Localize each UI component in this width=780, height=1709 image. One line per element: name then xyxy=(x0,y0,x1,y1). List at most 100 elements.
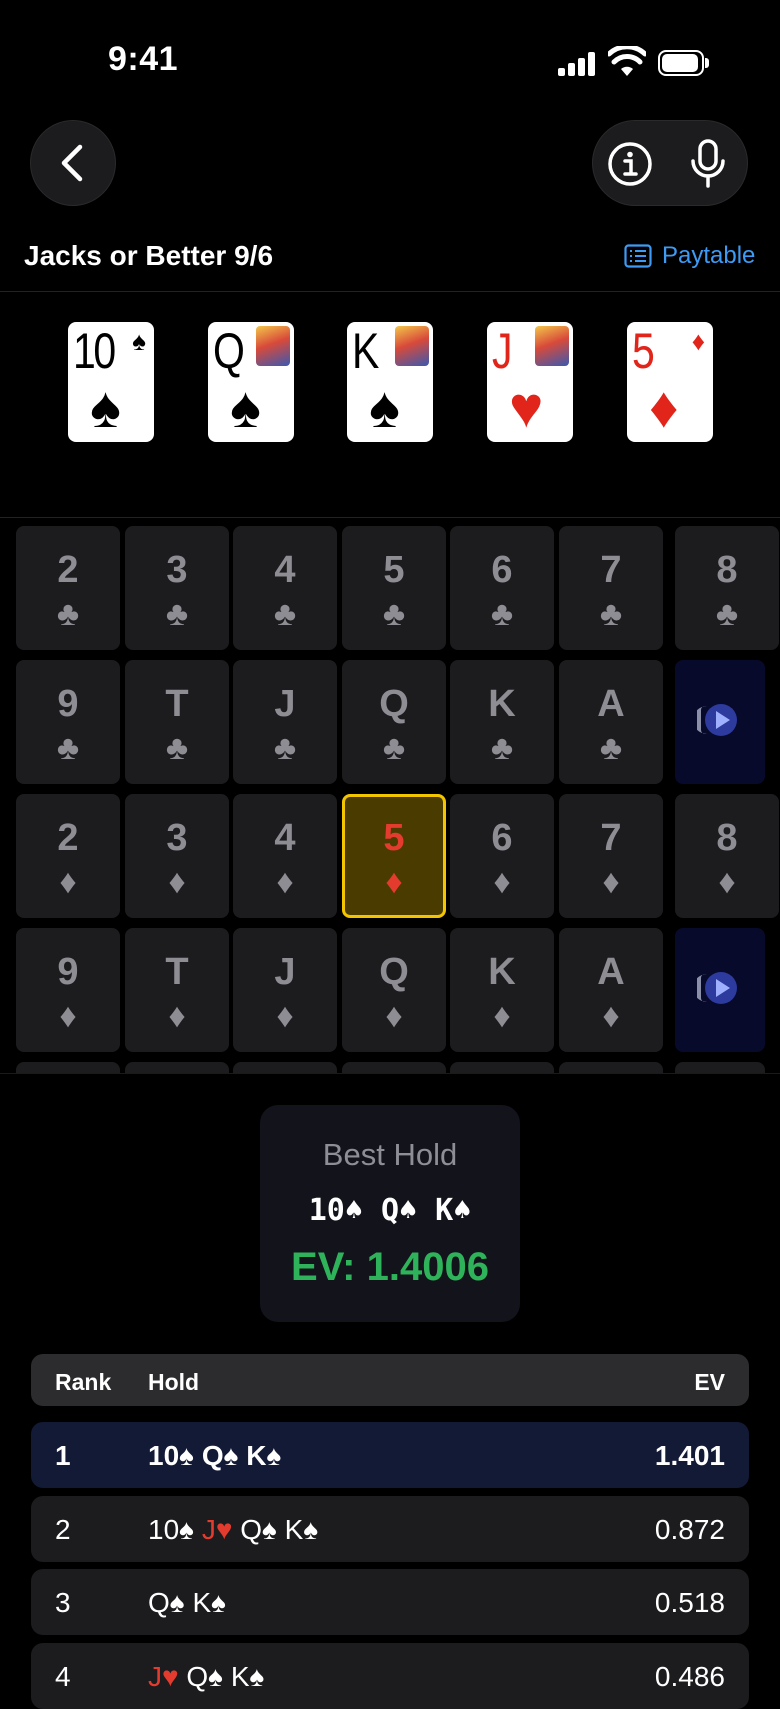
card-cell[interactable] xyxy=(16,1062,120,1073)
card-cell[interactable] xyxy=(233,1062,337,1073)
card-cell-suit: ♣ xyxy=(490,729,514,767)
card-suit-large: ♦ xyxy=(649,375,679,440)
face-card-art-icon xyxy=(535,326,569,366)
card-cell-rank: 9 xyxy=(57,951,79,993)
card-cell[interactable] xyxy=(559,1062,663,1073)
card-cell-suit: ♦ xyxy=(59,997,77,1035)
card-cell[interactable]: 8 ♦ xyxy=(675,794,779,918)
card-cell[interactable]: K ♦ xyxy=(450,928,554,1052)
card-cell-suit: ♣ xyxy=(273,595,297,633)
microphone-icon[interactable] xyxy=(685,139,731,189)
card-cell-suit: ♦ xyxy=(276,863,294,901)
card-cell[interactable]: 3 ♣ xyxy=(125,526,229,650)
card-cell[interactable]: 2 ♣ xyxy=(16,526,120,650)
card-cell[interactable] xyxy=(450,1062,554,1073)
paytable-label: Paytable xyxy=(662,242,756,269)
card-cell[interactable]: J ♣ xyxy=(233,660,337,784)
row-rank: 1 xyxy=(55,1440,71,1471)
card-cell-rank: 2 xyxy=(57,549,79,591)
card-cell[interactable]: 4 ♦ xyxy=(233,794,337,918)
table-row[interactable]: 4 J♥ Q♠ K♠ 0.486 xyxy=(31,1643,749,1709)
card-cell[interactable]: 8 ♣ xyxy=(675,526,779,650)
row-hold: 10♠ J♥ Q♠ K♠ xyxy=(148,1514,318,1546)
table-row[interactable]: 3 Q♠ K♠ 0.518 xyxy=(31,1569,749,1635)
paytable-list-icon xyxy=(624,244,652,268)
card-cell[interactable]: 3 ♦ xyxy=(125,794,229,918)
card-cell[interactable]: 2 ♦ xyxy=(16,794,120,918)
card-suit-large: ♠ xyxy=(90,375,121,440)
hand-card[interactable]: K ♠ xyxy=(347,322,433,442)
hand-card[interactable]: J ♥ xyxy=(487,322,573,442)
best-hold-label: Best Hold xyxy=(322,1137,458,1172)
card-suit-small: ♠ xyxy=(132,326,146,356)
row-hold: Q♠ K♠ xyxy=(148,1587,226,1619)
card-cell[interactable] xyxy=(675,1062,765,1073)
hand-card[interactable]: 10 ♠ ♠ xyxy=(68,322,154,442)
card-cell[interactable]: A ♦ xyxy=(559,928,663,1052)
card-cell-suit: ♣ xyxy=(490,595,514,633)
table-row[interactable]: 1 10♠ Q♠ K♠ 1.401 xyxy=(31,1422,749,1488)
back-chevron-icon xyxy=(61,144,83,182)
card-cell-suit: ♣ xyxy=(715,595,739,633)
card-cell-suit: ♣ xyxy=(599,595,623,633)
card-suit-large: ♠ xyxy=(369,375,400,440)
hand-card[interactable]: Q ♠ xyxy=(208,322,294,442)
card-rank: 10 xyxy=(73,323,116,379)
card-cell-rank: 4 xyxy=(274,817,296,859)
card-cell[interactable]: 5 ♦ xyxy=(342,794,446,918)
row-hold: 10♠ Q♠ K♠ xyxy=(148,1440,281,1472)
hold-card: K♠ xyxy=(230,1661,265,1692)
card-cell[interactable]: 9 ♣ xyxy=(16,660,120,784)
card-cell[interactable]: 7 ♦ xyxy=(559,794,663,918)
card-cell-rank: 7 xyxy=(600,549,622,591)
card-cell[interactable]: A ♣ xyxy=(559,660,663,784)
card-cell-rank: A xyxy=(597,683,625,725)
hand-card[interactable]: 5 ♦ ♦ xyxy=(627,322,713,442)
best-hold-cards: 10♠ Q♠ K♠ xyxy=(308,1193,472,1228)
card-cell-suit: ♣ xyxy=(599,729,623,767)
card-cell[interactable]: 4 ♣ xyxy=(233,526,337,650)
back-button[interactable] xyxy=(30,120,116,206)
table-row[interactable]: 2 10♠ J♥ Q♠ K♠ 0.872 xyxy=(31,1496,749,1562)
play-button[interactable] xyxy=(675,660,765,784)
card-cell[interactable] xyxy=(342,1062,446,1073)
card-cell-rank: 5 xyxy=(383,817,405,859)
card-cell-rank: Q xyxy=(379,683,409,725)
play-icon xyxy=(697,972,737,1004)
card-suit-large: ♥ xyxy=(509,375,544,440)
status-time: 9:41 xyxy=(108,40,179,78)
card-cell-rank: 6 xyxy=(491,817,513,859)
card-cell[interactable]: T ♦ xyxy=(125,928,229,1052)
hold-card: Q♠ xyxy=(186,1661,224,1692)
card-cell[interactable] xyxy=(125,1062,229,1073)
card-cell[interactable]: 5 ♣ xyxy=(342,526,446,650)
card-suit-large: ♠ xyxy=(230,375,261,440)
hold-card: Q♠ xyxy=(201,1440,239,1471)
card-picker-grid: 2 ♣ 3 ♣ 4 ♣ 5 ♣ 6 ♣ 7 ♣ 8 ♣ 9 ♣ T ♣ J ♣ Q ♣ K ♣ A ♣ 2 ♦ 3 ♦ 4 ♦ 5 ♦ 6 ♦ 7 ♦ 8 ♦… xyxy=(0,518,780,1073)
card-cell-rank: J xyxy=(274,683,296,725)
card-cell-rank: 8 xyxy=(716,817,738,859)
hold-card: J♥ xyxy=(148,1661,179,1692)
card-cell[interactable]: Q ♦ xyxy=(342,928,446,1052)
card-cell[interactable]: K ♣ xyxy=(450,660,554,784)
card-cell[interactable]: 7 ♣ xyxy=(559,526,663,650)
card-cell[interactable]: Q ♣ xyxy=(342,660,446,784)
card-cell-suit: ♣ xyxy=(56,595,80,633)
card-cell-suit: ♦ xyxy=(602,863,620,901)
card-cell-rank: 2 xyxy=(57,817,79,859)
paytable-button[interactable]: Paytable xyxy=(624,242,755,270)
play-button[interactable] xyxy=(675,928,765,1052)
row-ev: 0.872 xyxy=(654,1514,725,1545)
card-cell[interactable]: 6 ♦ xyxy=(450,794,554,918)
card-cell[interactable]: 6 ♣ xyxy=(450,526,554,650)
card-cell[interactable]: T ♣ xyxy=(125,660,229,784)
hold-card: J♥ xyxy=(201,1514,233,1545)
card-cell[interactable]: 9 ♦ xyxy=(16,928,120,1052)
card-cell-suit: ♦ xyxy=(168,997,186,1035)
card-cell-suit: ♦ xyxy=(276,997,294,1035)
wifi-icon xyxy=(608,46,646,76)
info-icon[interactable] xyxy=(607,141,653,187)
divider xyxy=(0,1073,780,1074)
row-rank: 3 xyxy=(55,1587,71,1618)
card-cell[interactable]: J ♦ xyxy=(233,928,337,1052)
